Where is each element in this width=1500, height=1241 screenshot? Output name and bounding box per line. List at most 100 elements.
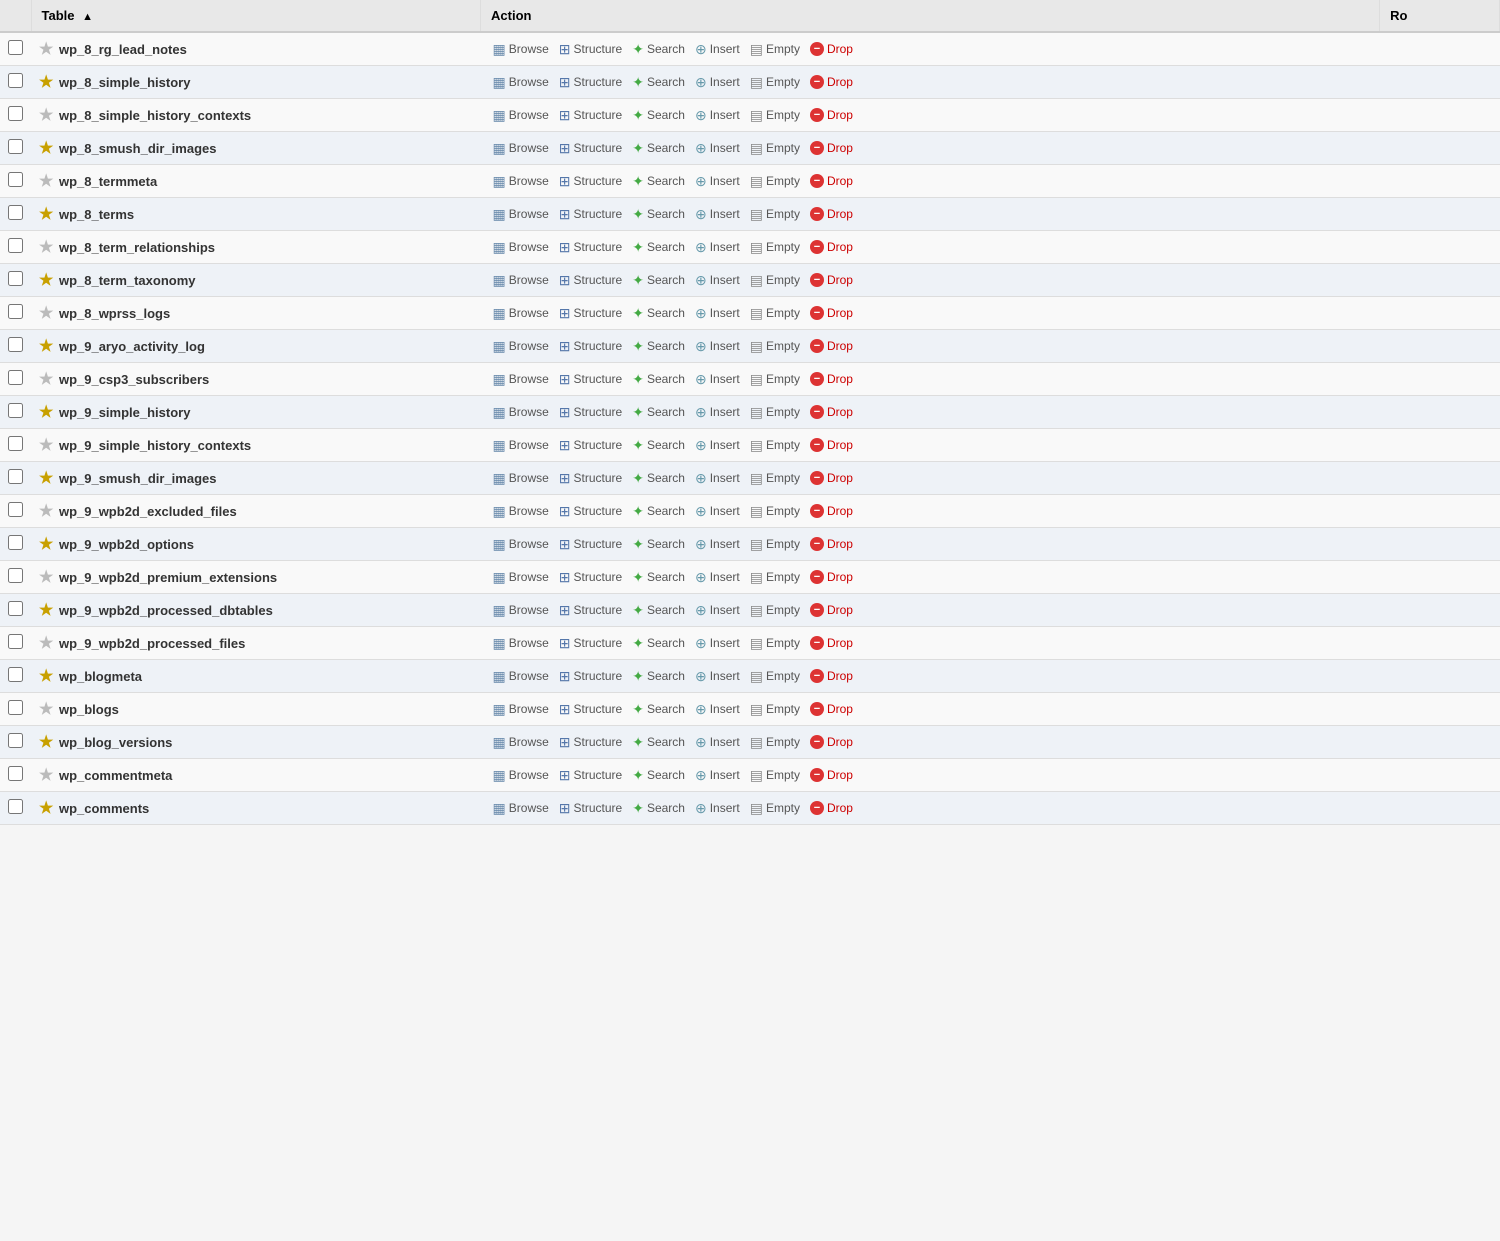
row-checkbox[interactable]	[8, 238, 23, 253]
search-action[interactable]: ✦Search	[628, 337, 689, 355]
browse-action[interactable]: ▦Browse	[489, 799, 553, 817]
favorite-star-icon[interactable]: ★	[39, 272, 53, 289]
row-checkbox[interactable]	[8, 205, 23, 220]
structure-action[interactable]: ⊞Structure	[555, 700, 626, 718]
favorite-star-icon[interactable]: ★	[39, 74, 53, 91]
row-checkbox[interactable]	[8, 436, 23, 451]
drop-action[interactable]: −Drop	[806, 535, 857, 553]
browse-action[interactable]: ▦Browse	[489, 568, 553, 586]
insert-action[interactable]: ⊕Insert	[691, 205, 744, 223]
insert-action[interactable]: ⊕Insert	[691, 601, 744, 619]
search-action[interactable]: ✦Search	[628, 271, 689, 289]
browse-action[interactable]: ▦Browse	[489, 106, 553, 124]
structure-action[interactable]: ⊞Structure	[555, 106, 626, 124]
empty-action[interactable]: ▤Empty	[746, 403, 804, 421]
browse-action[interactable]: ▦Browse	[489, 40, 553, 58]
structure-action[interactable]: ⊞Structure	[555, 238, 626, 256]
structure-action[interactable]: ⊞Structure	[555, 337, 626, 355]
drop-action[interactable]: −Drop	[806, 73, 857, 91]
empty-action[interactable]: ▤Empty	[746, 271, 804, 289]
browse-action[interactable]: ▦Browse	[489, 139, 553, 157]
search-action[interactable]: ✦Search	[628, 304, 689, 322]
structure-action[interactable]: ⊞Structure	[555, 205, 626, 223]
row-checkbox[interactable]	[8, 667, 23, 682]
browse-action[interactable]: ▦Browse	[489, 700, 553, 718]
row-checkbox[interactable]	[8, 370, 23, 385]
browse-action[interactable]: ▦Browse	[489, 370, 553, 388]
search-action[interactable]: ✦Search	[628, 40, 689, 58]
row-checkbox[interactable]	[8, 535, 23, 550]
row-checkbox[interactable]	[8, 271, 23, 286]
insert-action[interactable]: ⊕Insert	[691, 337, 744, 355]
empty-action[interactable]: ▤Empty	[746, 304, 804, 322]
search-action[interactable]: ✦Search	[628, 73, 689, 91]
structure-action[interactable]: ⊞Structure	[555, 172, 626, 190]
empty-action[interactable]: ▤Empty	[746, 568, 804, 586]
structure-action[interactable]: ⊞Structure	[555, 667, 626, 685]
search-action[interactable]: ✦Search	[628, 469, 689, 487]
empty-action[interactable]: ▤Empty	[746, 106, 804, 124]
structure-action[interactable]: ⊞Structure	[555, 403, 626, 421]
insert-action[interactable]: ⊕Insert	[691, 634, 744, 652]
favorite-star-icon[interactable]: ★	[39, 602, 53, 619]
search-action[interactable]: ✦Search	[628, 568, 689, 586]
search-action[interactable]: ✦Search	[628, 535, 689, 553]
drop-action[interactable]: −Drop	[806, 370, 857, 388]
insert-action[interactable]: ⊕Insert	[691, 733, 744, 751]
row-checkbox[interactable]	[8, 139, 23, 154]
insert-action[interactable]: ⊕Insert	[691, 106, 744, 124]
empty-action[interactable]: ▤Empty	[746, 799, 804, 817]
structure-action[interactable]: ⊞Structure	[555, 568, 626, 586]
browse-action[interactable]: ▦Browse	[489, 304, 553, 322]
row-checkbox[interactable]	[8, 799, 23, 814]
search-action[interactable]: ✦Search	[628, 601, 689, 619]
row-checkbox[interactable]	[8, 106, 23, 121]
browse-action[interactable]: ▦Browse	[489, 436, 553, 454]
search-action[interactable]: ✦Search	[628, 733, 689, 751]
row-checkbox[interactable]	[8, 634, 23, 649]
insert-action[interactable]: ⊕Insert	[691, 535, 744, 553]
search-action[interactable]: ✦Search	[628, 667, 689, 685]
favorite-star-icon[interactable]: ★	[39, 173, 53, 190]
browse-action[interactable]: ▦Browse	[489, 535, 553, 553]
drop-action[interactable]: −Drop	[806, 733, 857, 751]
search-action[interactable]: ✦Search	[628, 436, 689, 454]
table-name-header[interactable]: Table ▲	[31, 0, 481, 32]
browse-action[interactable]: ▦Browse	[489, 403, 553, 421]
drop-action[interactable]: −Drop	[806, 205, 857, 223]
empty-action[interactable]: ▤Empty	[746, 667, 804, 685]
browse-action[interactable]: ▦Browse	[489, 469, 553, 487]
drop-action[interactable]: −Drop	[806, 304, 857, 322]
favorite-star-icon[interactable]: ★	[39, 206, 53, 223]
empty-action[interactable]: ▤Empty	[746, 634, 804, 652]
search-action[interactable]: ✦Search	[628, 139, 689, 157]
empty-action[interactable]: ▤Empty	[746, 205, 804, 223]
insert-action[interactable]: ⊕Insert	[691, 271, 744, 289]
browse-action[interactable]: ▦Browse	[489, 337, 553, 355]
insert-action[interactable]: ⊕Insert	[691, 667, 744, 685]
favorite-star-icon[interactable]: ★	[39, 569, 53, 586]
drop-action[interactable]: −Drop	[806, 502, 857, 520]
search-action[interactable]: ✦Search	[628, 205, 689, 223]
favorite-star-icon[interactable]: ★	[39, 668, 53, 685]
row-checkbox[interactable]	[8, 733, 23, 748]
favorite-star-icon[interactable]: ★	[39, 635, 53, 652]
insert-action[interactable]: ⊕Insert	[691, 502, 744, 520]
empty-action[interactable]: ▤Empty	[746, 469, 804, 487]
browse-action[interactable]: ▦Browse	[489, 172, 553, 190]
empty-action[interactable]: ▤Empty	[746, 238, 804, 256]
search-action[interactable]: ✦Search	[628, 634, 689, 652]
search-action[interactable]: ✦Search	[628, 172, 689, 190]
browse-action[interactable]: ▦Browse	[489, 766, 553, 784]
structure-action[interactable]: ⊞Structure	[555, 502, 626, 520]
insert-action[interactable]: ⊕Insert	[691, 172, 744, 190]
browse-action[interactable]: ▦Browse	[489, 502, 553, 520]
structure-action[interactable]: ⊞Structure	[555, 733, 626, 751]
favorite-star-icon[interactable]: ★	[39, 503, 53, 520]
browse-action[interactable]: ▦Browse	[489, 667, 553, 685]
structure-action[interactable]: ⊞Structure	[555, 535, 626, 553]
structure-action[interactable]: ⊞Structure	[555, 73, 626, 91]
empty-action[interactable]: ▤Empty	[746, 40, 804, 58]
insert-action[interactable]: ⊕Insert	[691, 766, 744, 784]
empty-action[interactable]: ▤Empty	[746, 139, 804, 157]
